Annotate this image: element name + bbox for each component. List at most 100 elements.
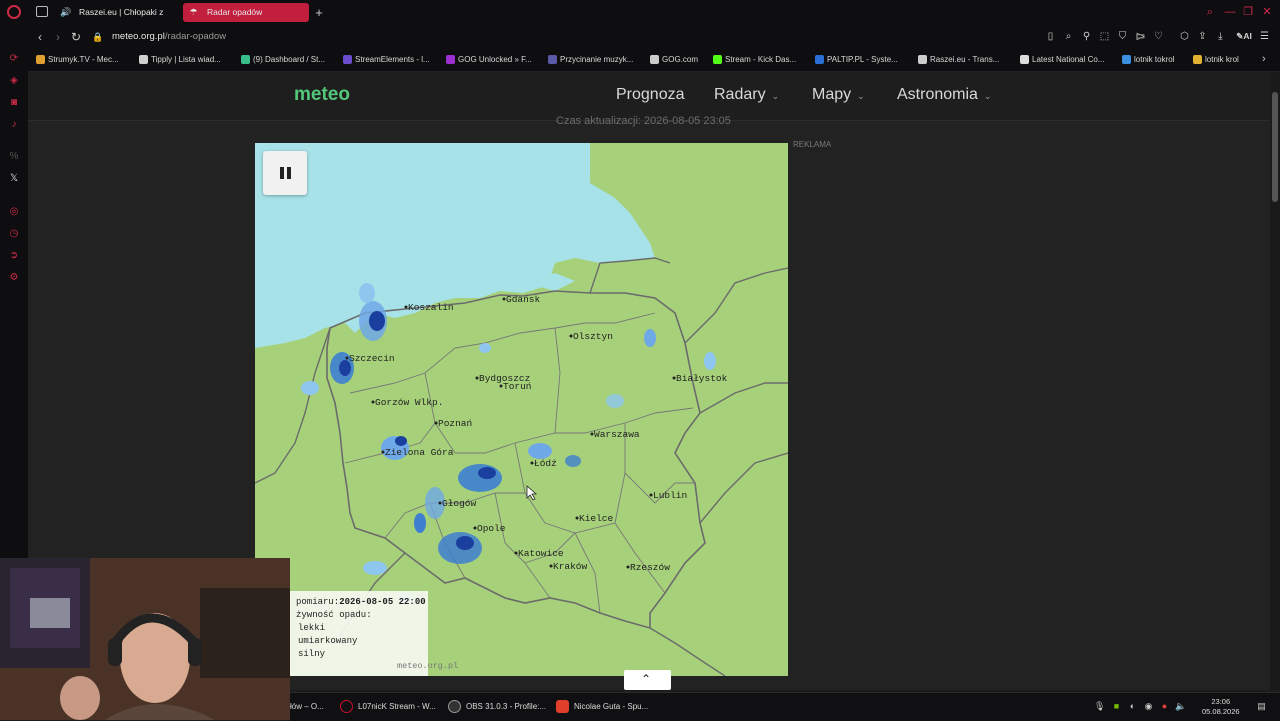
bookmark-item[interactable]: Strumyk.TV - Mec... xyxy=(36,53,119,67)
split-view-icon[interactable]: ▯ xyxy=(1044,30,1057,43)
pin-icon[interactable]: ⚲ xyxy=(1080,30,1093,43)
shield-icon[interactable]: ⛉ xyxy=(1116,30,1129,43)
webcam-overlay xyxy=(0,558,290,720)
aria-icon[interactable]: ⟳ xyxy=(7,52,21,66)
nav-prognoza[interactable]: Prognoza xyxy=(616,86,685,104)
bookmark-icon xyxy=(548,55,557,64)
brave-icon xyxy=(556,700,569,713)
system-clock[interactable]: 23:06 05.08.2026 xyxy=(1202,697,1240,717)
bookmark-label: GOG Unlocked » F... xyxy=(458,55,532,64)
back-icon[interactable]: ‹ xyxy=(32,29,48,45)
obs-icon xyxy=(448,700,461,713)
bookmark-icon xyxy=(713,55,722,64)
taskbar-item[interactable]: łów – O... xyxy=(290,698,324,716)
mic-icon[interactable]: 🎙 xyxy=(1094,701,1105,712)
city-label: Koszalin xyxy=(408,302,454,313)
share-icon[interactable]: ⇪ xyxy=(1196,30,1209,43)
heart-icon[interactable]: ♡ xyxy=(1152,30,1165,43)
minimize-icon[interactable]: — xyxy=(1223,4,1237,20)
nav-astronomia[interactable]: Astronomia ⌄ xyxy=(897,86,991,104)
settings-icon[interactable]: ⚙ xyxy=(7,271,21,285)
ad-label: REKLAMA xyxy=(793,140,832,149)
taskbar-item[interactable]: Nicolae Guta - Spu... xyxy=(556,698,648,716)
opera-logo-icon[interactable] xyxy=(7,5,21,19)
bookmarks-icon[interactable]: ◎ xyxy=(7,205,21,219)
legend-intensity-label: żywność opadu: xyxy=(296,610,372,620)
messenger-icon[interactable]: ◈ xyxy=(7,74,21,88)
player-icon[interactable]: ▷ xyxy=(1134,30,1147,43)
legend-level: lekki xyxy=(298,623,326,633)
instagram-icon[interactable]: ◙ xyxy=(7,96,21,110)
url-path: /radar-opadow xyxy=(164,31,227,42)
record-icon[interactable]: ● xyxy=(1159,701,1170,712)
bookmark-icon xyxy=(650,55,659,64)
city-label: Gorzów Wlkp. xyxy=(375,397,443,408)
zoom-icon[interactable]: ⌕ xyxy=(1062,30,1075,43)
forward-icon[interactable]: › xyxy=(50,29,66,45)
history-icon[interactable]: ◷ xyxy=(7,227,21,241)
legend-level: umiarkowany xyxy=(298,636,358,646)
bookmark-item[interactable]: GOG.com xyxy=(650,53,698,67)
tiktok-icon[interactable]: ♪ xyxy=(7,118,21,132)
menu-icon[interactable]: ☰ xyxy=(1258,30,1271,43)
taskbar-item[interactable]: OBS 31.0.3 - Profile:... xyxy=(448,698,546,716)
bookmarks-overflow-icon[interactable]: › xyxy=(1262,53,1266,65)
city-label: Łódź xyxy=(534,458,557,469)
pinboard-icon[interactable]: ➲ xyxy=(7,249,21,263)
search-tabs-icon[interactable]: ⌕ xyxy=(1203,4,1217,20)
scrollbar-thumb[interactable] xyxy=(1272,92,1278,202)
city-label: Gdańsk xyxy=(506,294,541,305)
bookmark-label: Raszei.eu - Trans... xyxy=(930,55,1000,64)
bookmark-item[interactable]: lotnik tokrol xyxy=(1122,53,1174,67)
app-tray-icon[interactable]: ◐ xyxy=(1127,701,1138,712)
close-icon[interactable]: ✕ xyxy=(1260,4,1274,20)
nvidia-icon[interactable]: ■ xyxy=(1111,701,1122,712)
steam-icon[interactable]: ◉ xyxy=(1143,701,1154,712)
tab-label: Radar opadów xyxy=(207,7,263,17)
bookmark-item[interactable]: Przycinanie muzyk... xyxy=(548,53,633,67)
bookmark-item[interactable]: Latest National Co... xyxy=(1020,53,1104,67)
url-field[interactable]: meteo.org.pl/radar-opadow xyxy=(112,29,226,45)
opera-icon xyxy=(340,700,353,713)
download-icon[interactable]: ⤓ xyxy=(1214,30,1227,43)
extensions-icon[interactable]: ⬡ xyxy=(1178,30,1191,43)
tab-radar-opadow[interactable]: ☂ Radar opadów xyxy=(183,3,309,22)
webcam-feed xyxy=(0,558,290,720)
page-scrollbar[interactable] xyxy=(1270,72,1280,690)
new-tab-button[interactable]: + xyxy=(312,3,326,22)
nav-mapy[interactable]: Mapy ⌄ xyxy=(812,86,865,104)
bookmark-item[interactable]: PALTIP.PL - Syste... xyxy=(815,53,898,67)
maximize-icon[interactable]: ❐ xyxy=(1241,4,1255,20)
pause-icon xyxy=(287,167,291,179)
precipitation-layer xyxy=(301,283,716,603)
bookmark-item[interactable]: Tipply | Lista wiad... xyxy=(139,53,221,67)
tab-workspaces-icon[interactable] xyxy=(36,6,48,17)
taskbar-item[interactable]: L07nicK Stream - W... xyxy=(340,698,436,716)
meteo-icon: ☂ xyxy=(189,7,198,17)
bookmark-item[interactable]: lotnik krol xyxy=(1193,53,1239,67)
pause-button[interactable] xyxy=(263,151,307,195)
bookmarks-bar: Strumyk.TV - Mec... Tipply | Lista wiad.… xyxy=(28,49,1280,72)
scroll-top-button[interactable]: ⌃ xyxy=(624,670,671,690)
bookmark-label: Przycinanie muzyk... xyxy=(560,55,634,64)
radar-map[interactable]: Gdańsk Koszalin Olsztyn Szczecin Bydgosz… xyxy=(255,143,788,676)
site-logo[interactable]: meteo xyxy=(294,84,350,106)
speaker-icon: 🔊 xyxy=(60,7,72,17)
tab-raszei[interactable]: 🔊 Raszei.eu | Chłopaki z xyxy=(55,3,178,22)
bookmark-item[interactable]: Raszei.eu - Trans... xyxy=(918,53,999,67)
address-bar-row: ‹ › ↻ 🔒 meteo.org.pl/radar-opadow ▯ ⌕ ⚲ … xyxy=(28,25,1280,49)
bookmark-item[interactable]: GOG Unlocked » F... xyxy=(446,53,532,67)
snapshot-icon[interactable]: ⬚ xyxy=(1098,30,1111,43)
os-taskbar: łów – O... L07nicK Stream - W... OBS 31.… xyxy=(290,692,1280,721)
aria-ai-button[interactable]: ✎AI xyxy=(1232,30,1256,43)
nav-label: Mapy xyxy=(812,86,852,103)
nav-radary[interactable]: Radary ⌄ xyxy=(714,86,779,104)
reload-icon[interactable]: ↻ xyxy=(68,29,84,45)
notification-icon[interactable]: ▤ xyxy=(1256,701,1267,712)
volume-icon[interactable]: 🔈 xyxy=(1175,701,1186,712)
bookmark-item[interactable]: (9) Dashboard / St... xyxy=(241,53,325,67)
bookmark-item[interactable]: StreamElements - l... xyxy=(343,53,430,67)
taskbar-label: łów – O... xyxy=(290,702,324,711)
bookmark-item[interactable]: Stream - Kick Das... xyxy=(713,53,796,67)
x-icon[interactable]: 𝕏 xyxy=(7,172,21,186)
